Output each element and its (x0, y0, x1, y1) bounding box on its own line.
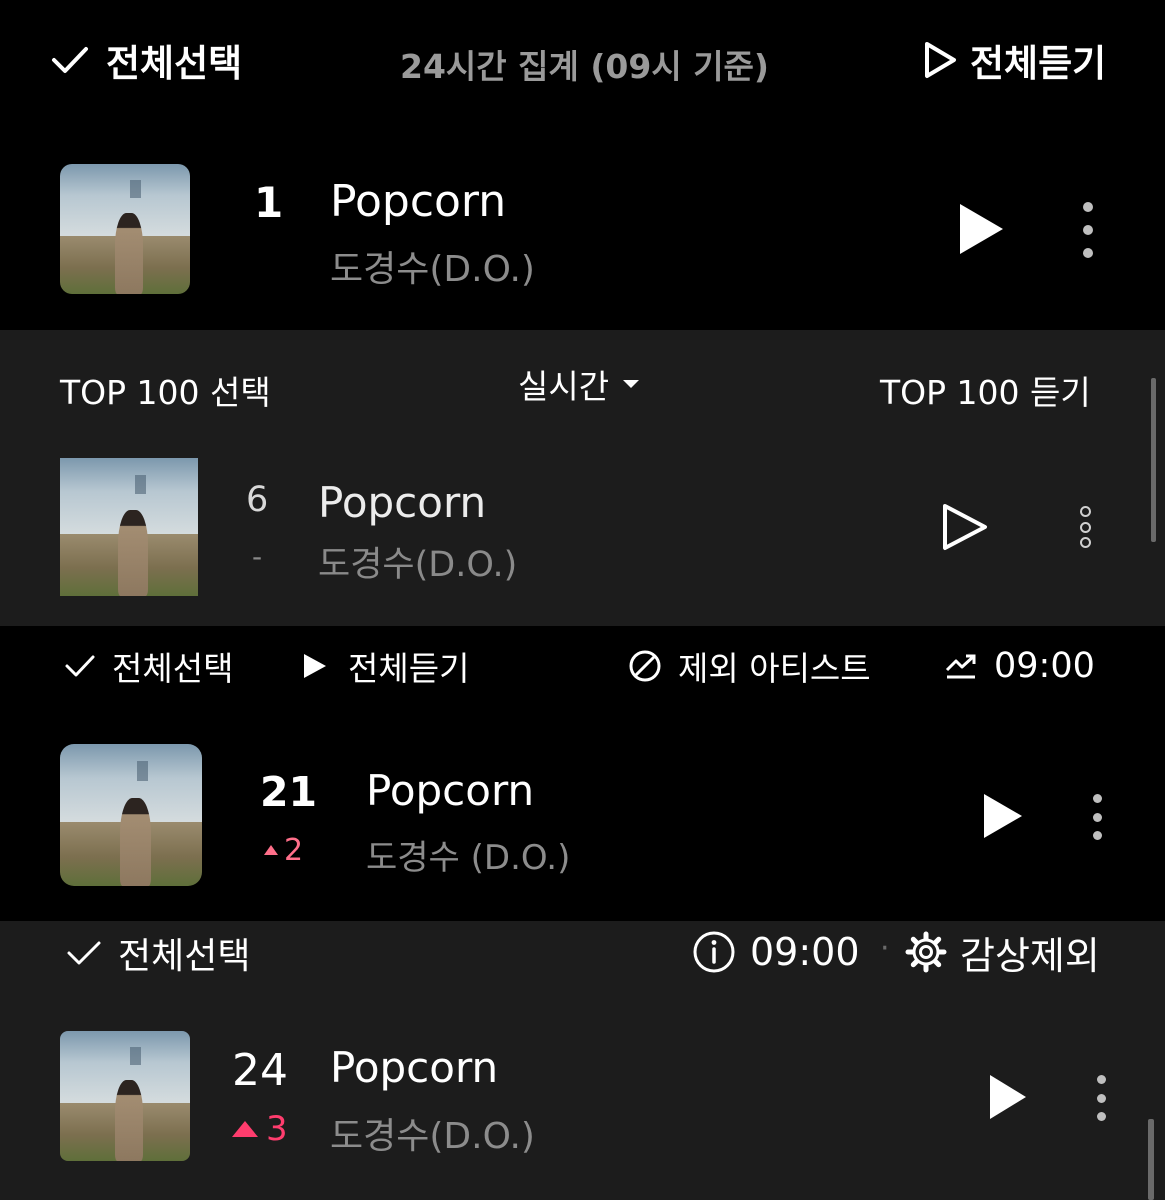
track-title[interactable]: Popcorn (330, 1043, 498, 1092)
chart-time-label: 09:00 (994, 646, 1095, 686)
separator-dot: · (880, 931, 890, 966)
rank-change: - (252, 540, 263, 573)
info-icon (693, 931, 735, 973)
check-icon (65, 655, 95, 677)
album-cover[interactable] (60, 164, 190, 294)
arrow-up-icon (264, 845, 278, 855)
play-outline-icon[interactable] (940, 502, 990, 552)
play-top100-button[interactable]: TOP 100 듣기 (880, 366, 1091, 414)
select-all-label: 전체선택 (106, 42, 243, 85)
chart-panel-daily: 전체선택 09:00 · 감상제외 24 3 Popcorn 도경수(D.O.) (0, 921, 1165, 1200)
track-title[interactable]: Popcorn (366, 766, 534, 815)
more-options-button[interactable] (1094, 1075, 1108, 1121)
rank-change-up: 3 (232, 1109, 288, 1149)
chart-time-button[interactable]: 09:00 (944, 646, 1095, 686)
exclude-artist-button[interactable]: 제외 아티스트 (628, 646, 871, 688)
track-rank: 24 (232, 1045, 288, 1096)
more-options-button[interactable] (1090, 794, 1104, 840)
play-button[interactable] (984, 794, 1022, 838)
album-cover[interactable] (60, 744, 202, 886)
chart-time-label: 09:00 (750, 930, 860, 974)
track-artist[interactable]: 도경수(D.O.) (330, 1107, 535, 1159)
play-button[interactable] (990, 1075, 1026, 1119)
rank-change-up: 2 (264, 832, 303, 868)
select-all-button[interactable]: 전체선택 (64, 646, 233, 688)
play-all-button[interactable]: 전체듣기 (922, 36, 1107, 85)
exclude-listen-button[interactable]: 감상제외 (904, 929, 1100, 978)
chart-panel-24h: 전체선택 24시간 집계 (09시 기준) 전체듣기 1 Popcorn 도경수… (0, 0, 1165, 330)
track-rank: 21 (260, 768, 318, 816)
album-cover[interactable] (60, 458, 198, 596)
track-rank: 6 (246, 480, 269, 520)
chart-panel-hourly: 전체선택 전체듣기 제외 아티스트 09:00 21 2 Popcorn 도경수… (0, 626, 1165, 921)
track-artist[interactable]: 도경수(D.O.) (318, 536, 517, 587)
play-button[interactable] (960, 204, 1003, 254)
rank-change-value: 3 (266, 1109, 288, 1149)
chart-mode-label: 실시간 (518, 367, 610, 406)
play-all-button[interactable]: 전체듣기 (304, 646, 469, 688)
select-all-button[interactable]: 전체선택 (66, 931, 250, 977)
scrollbar-thumb[interactable] (1151, 378, 1156, 542)
play-outline-icon (925, 42, 956, 78)
play-all-label: 전체듣기 (348, 649, 470, 688)
album-cover[interactable] (60, 1031, 190, 1161)
block-icon (629, 650, 661, 682)
chart-panel-realtime: TOP 100 선택 실시간 TOP 100 듣기 6 - Popcorn 도경… (0, 330, 1165, 626)
track-title[interactable]: Popcorn (330, 176, 506, 227)
play-icon (984, 794, 1022, 838)
rank-change-value: 2 (284, 832, 304, 868)
check-icon (67, 941, 101, 965)
exclude-artist-label: 제외 아티스트 (678, 649, 871, 688)
check-icon (52, 47, 88, 73)
scrollbar-thumb[interactable] (1148, 1119, 1154, 1200)
play-all-label: 전체듣기 (970, 42, 1107, 85)
arrow-up-icon (232, 1121, 258, 1137)
chart-info-button[interactable]: 09:00 (692, 929, 860, 975)
aggregate-info: 24시간 집계 (09시 기준) (400, 47, 769, 86)
play-icon (304, 654, 326, 678)
track-title[interactable]: Popcorn (318, 478, 486, 527)
chart-mode-dropdown[interactable]: 실시간 (518, 364, 640, 406)
gear-icon (905, 931, 947, 973)
select-all-label: 전체선택 (118, 936, 251, 977)
play-icon (990, 1075, 1026, 1119)
track-rank: 1 (254, 178, 284, 227)
more-options-button[interactable] (1078, 506, 1092, 548)
more-options-button[interactable] (1080, 202, 1096, 258)
track-artist[interactable]: 도경수 (D.O.) (366, 830, 570, 879)
track-artist[interactable]: 도경수(D.O.) (330, 240, 535, 292)
exclude-listen-label: 감상제외 (960, 933, 1100, 978)
select-all-label: 전체선택 (112, 649, 234, 688)
select-all-button[interactable]: 전체선택 (50, 36, 243, 85)
trending-icon (945, 654, 976, 679)
play-icon (960, 204, 1003, 254)
select-top100-button[interactable]: TOP 100 선택 (60, 366, 271, 414)
caret-down-icon (623, 380, 640, 388)
